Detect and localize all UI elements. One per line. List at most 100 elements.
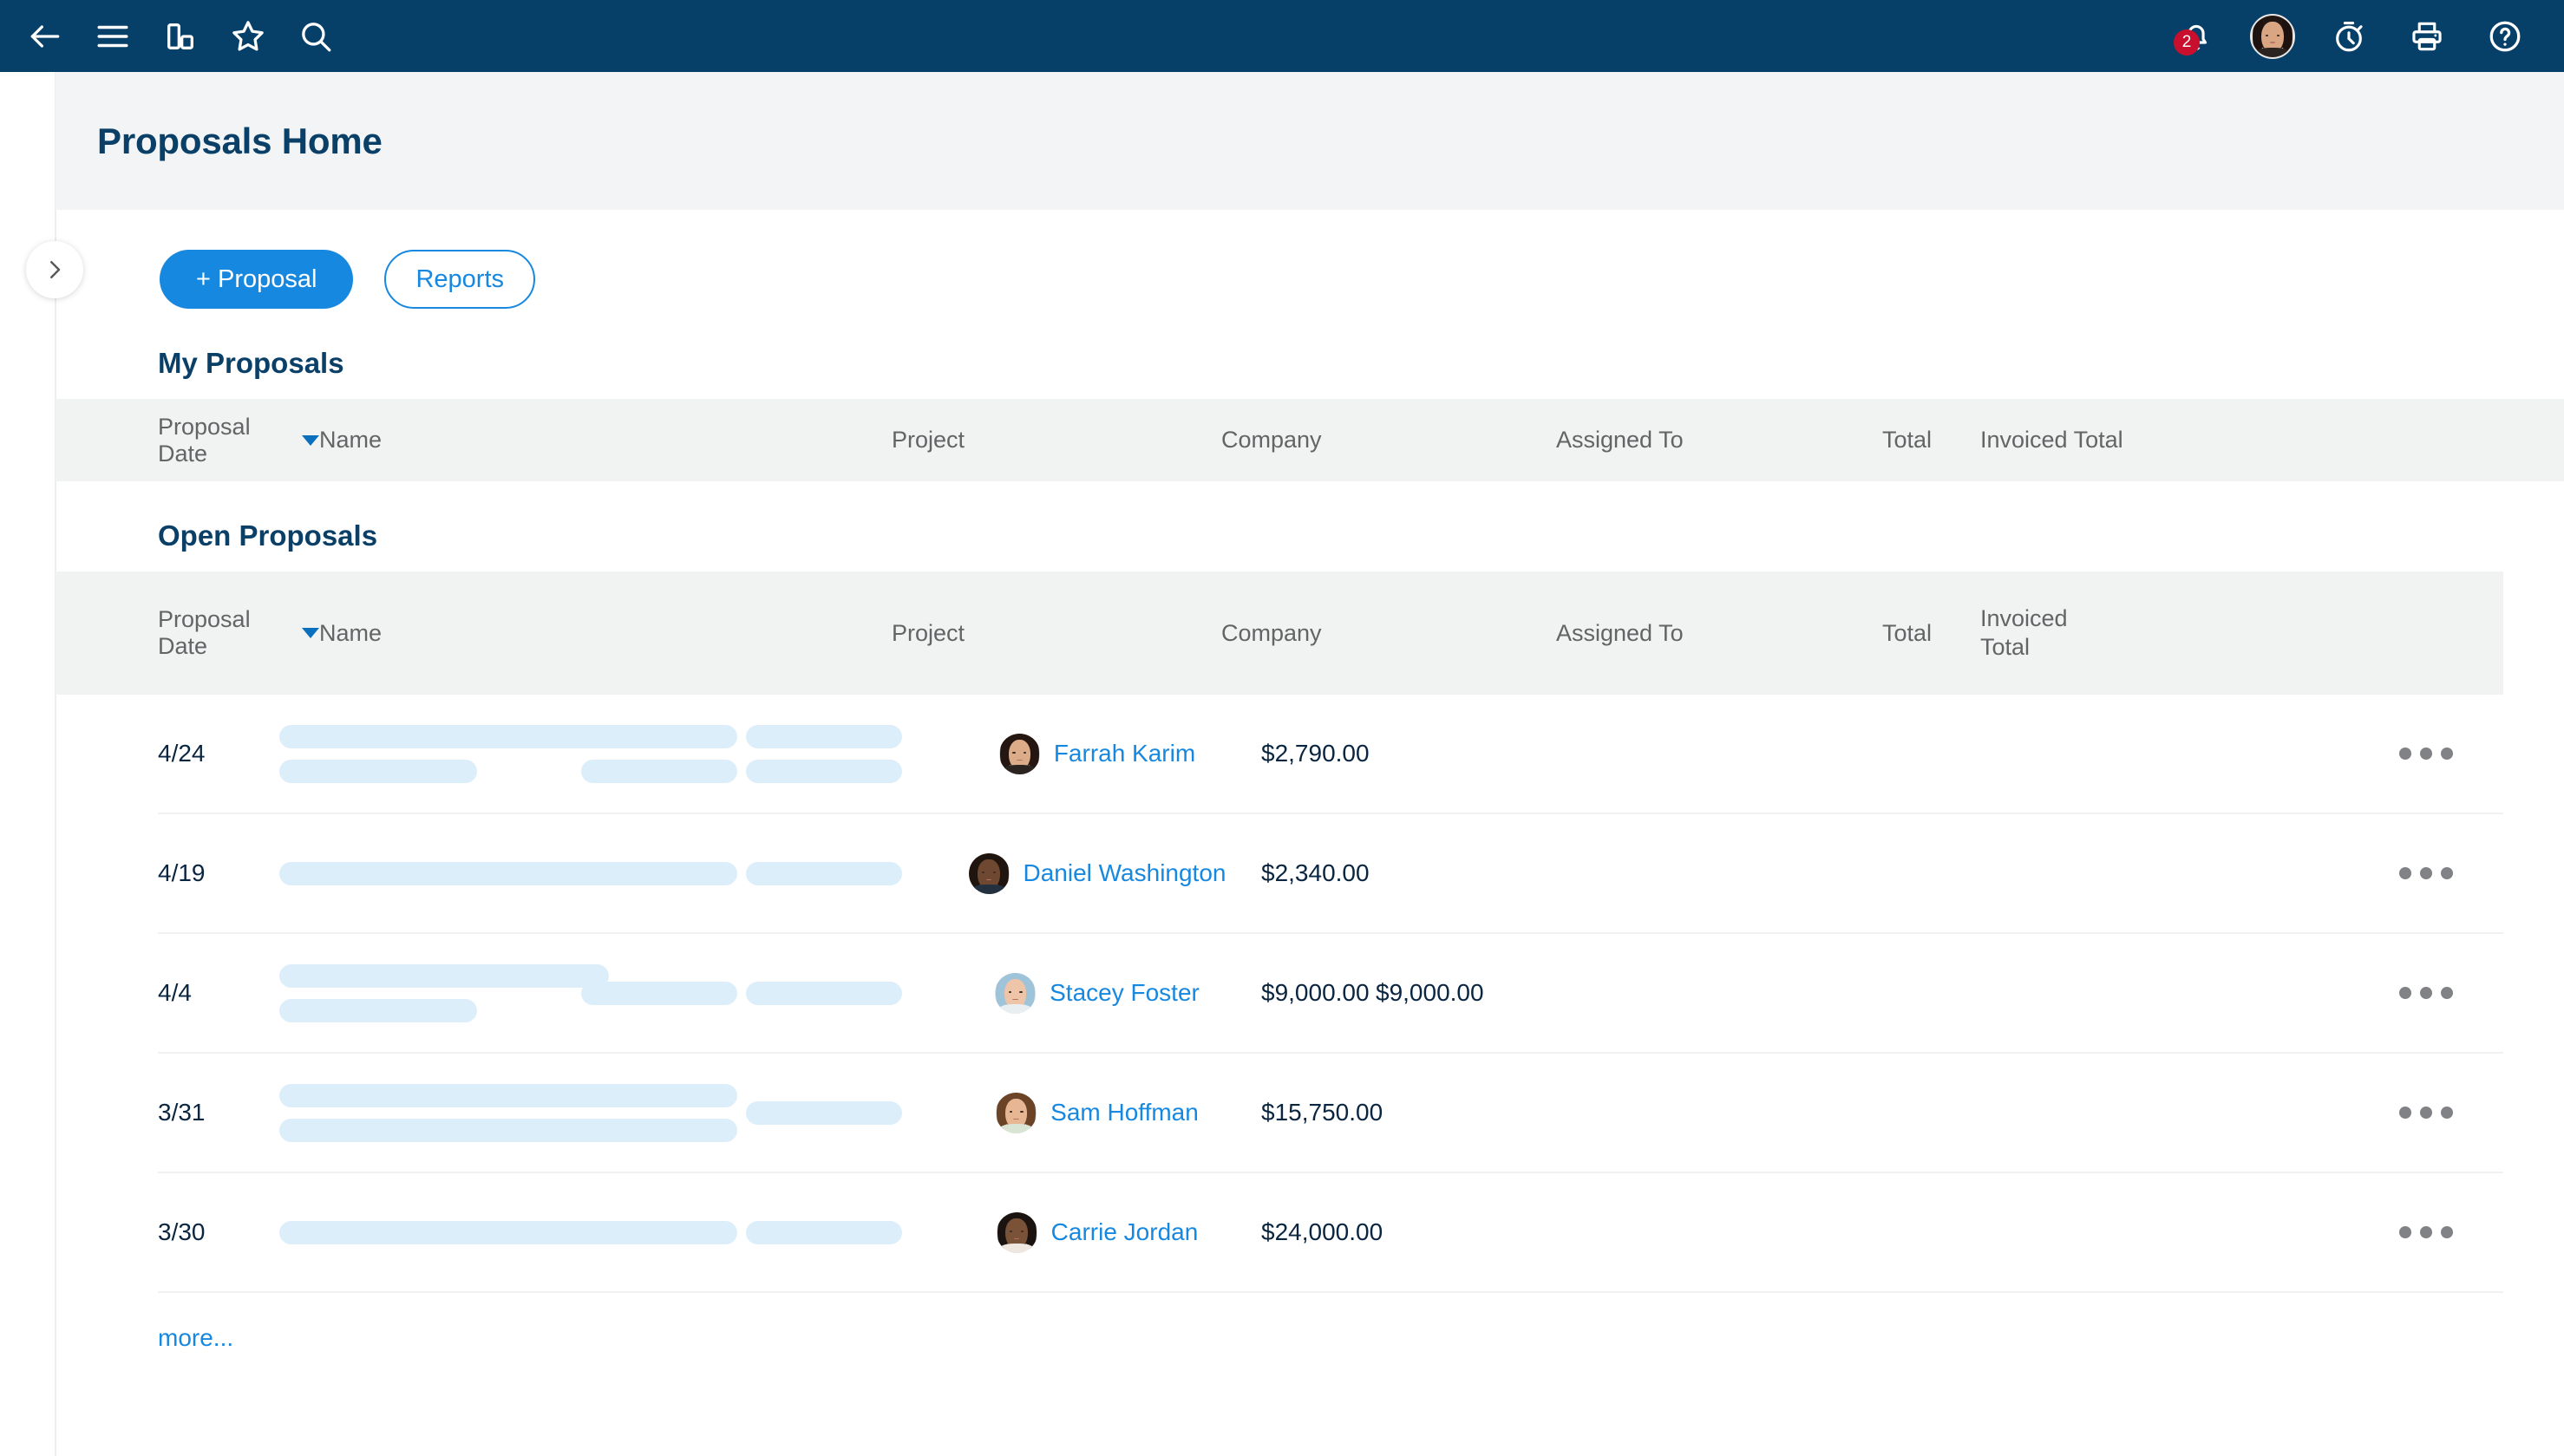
cell-project bbox=[581, 724, 746, 783]
timer-icon[interactable] bbox=[2325, 12, 2373, 61]
assigned-to-link[interactable]: Daniel Washington bbox=[1024, 859, 1226, 887]
assigned-to-link[interactable]: Sam Hoffman bbox=[1050, 1099, 1199, 1126]
print-icon[interactable] bbox=[2403, 12, 2451, 61]
cell-name bbox=[279, 724, 609, 783]
avatar bbox=[996, 1211, 1037, 1253]
redacted-content-bar bbox=[581, 724, 737, 748]
column-header-assigned-to[interactable]: Assigned To bbox=[1556, 427, 1882, 454]
my-proposals-title: My Proposals bbox=[158, 347, 344, 379]
redacted-content-bar bbox=[581, 861, 737, 885]
column-header-assigned-to[interactable]: Assigned To bbox=[1556, 620, 1882, 647]
open-proposals-title: Open Proposals bbox=[158, 519, 378, 552]
cell-project bbox=[581, 1083, 746, 1142]
reports-button[interactable]: Reports bbox=[384, 250, 535, 309]
notification-count-badge: 2 bbox=[2174, 29, 2200, 55]
cell-company bbox=[746, 861, 933, 885]
column-header-invoiced-total-line2: Total bbox=[1980, 634, 2031, 660]
cell-proposal-date: 4/4 bbox=[158, 979, 192, 1006]
column-header-invoiced-total[interactable]: Invoiced Total bbox=[1980, 604, 2068, 663]
my-proposals-table-header: Proposal Date Name Project Company Assig… bbox=[56, 399, 2564, 481]
column-header-name[interactable]: Name bbox=[319, 427, 892, 454]
avatar bbox=[995, 972, 1037, 1014]
row-actions-menu-icon[interactable] bbox=[2399, 987, 2453, 999]
cell-total: $15,750.00 bbox=[1261, 1099, 1383, 1126]
redacted-content-bar bbox=[581, 1083, 737, 1107]
assigned-to-link[interactable]: Carrie Jordan bbox=[1051, 1218, 1199, 1246]
column-header-project[interactable]: Project bbox=[892, 620, 1221, 647]
row-actions-menu-icon[interactable] bbox=[2399, 1107, 2453, 1119]
cell-project bbox=[581, 981, 746, 1005]
cell-total: $2,790.00 bbox=[1261, 740, 1370, 767]
cell-name bbox=[279, 1220, 609, 1244]
avatar bbox=[998, 733, 1040, 774]
my-proposals-section: My Proposals Proposal Date Name Project … bbox=[56, 347, 2564, 481]
column-header-proposal-date[interactable]: Proposal Date bbox=[158, 606, 319, 660]
cell-company bbox=[746, 724, 933, 783]
more-link[interactable]: more... bbox=[56, 1293, 233, 1352]
notifications-bell-icon[interactable]: 2 bbox=[2172, 12, 2221, 61]
table-row[interactable]: 4/24 Farrah Karim $2,790.00 bbox=[158, 695, 2503, 814]
star-icon[interactable] bbox=[224, 12, 272, 61]
help-icon[interactable] bbox=[2481, 12, 2529, 61]
redacted-content-bar bbox=[581, 759, 737, 783]
column-header-total[interactable]: Total bbox=[1882, 427, 1980, 454]
row-actions-menu-icon[interactable] bbox=[2399, 748, 2453, 760]
redacted-content-bar bbox=[279, 998, 477, 1022]
assigned-to-link[interactable]: Farrah Karim bbox=[1054, 740, 1195, 767]
table-row[interactable]: 3/31 Sam Hoffman $15,750.00 bbox=[158, 1054, 2503, 1173]
redacted-content-bar bbox=[746, 759, 902, 783]
search-icon[interactable] bbox=[291, 12, 340, 61]
chevron-right-icon[interactable] bbox=[26, 241, 83, 298]
redacted-content-bar bbox=[746, 1100, 902, 1125]
column-header-invoiced-total-line1: Invoiced bbox=[1980, 604, 2068, 631]
bar-chart-icon[interactable] bbox=[156, 12, 205, 61]
page-content: + Proposal Reports My Proposals Proposal… bbox=[56, 210, 2564, 1352]
column-header-proposal-date-label: Proposal Date bbox=[158, 413, 251, 467]
column-header-name[interactable]: Name bbox=[319, 620, 892, 647]
table-row[interactable]: 4/4 Stacey Foster $9,000.00 $9,000.00 bbox=[158, 934, 2503, 1054]
redacted-content-bar bbox=[279, 1083, 609, 1107]
cell-assigned-to: Sam Hoffman bbox=[933, 1092, 1261, 1133]
topnav-right-group: 2 bbox=[2172, 12, 2564, 61]
column-header-invoiced-total[interactable]: Invoiced Total bbox=[1980, 427, 2123, 454]
redacted-content-bar bbox=[279, 724, 609, 748]
user-avatar[interactable] bbox=[2250, 13, 2295, 59]
cell-company bbox=[746, 1220, 933, 1244]
add-proposal-button[interactable]: + Proposal bbox=[160, 250, 354, 309]
avatar bbox=[996, 1092, 1037, 1133]
action-button-group: + Proposal Reports bbox=[56, 210, 2564, 309]
redacted-content-bar bbox=[746, 724, 902, 748]
column-header-proposal-date-label: Proposal Date bbox=[158, 606, 251, 659]
open-proposals-table-header: Proposal Date Name Project Company Assig… bbox=[56, 571, 2503, 695]
column-header-proposal-date[interactable]: Proposal Date bbox=[158, 414, 319, 467]
sort-descending-caret-icon bbox=[302, 628, 319, 638]
cell-proposal-date: 3/30 bbox=[158, 1218, 206, 1245]
row-actions-menu-icon[interactable] bbox=[2399, 867, 2453, 879]
redacted-content-bar bbox=[581, 1118, 737, 1142]
column-header-total[interactable]: Total bbox=[1882, 620, 1980, 647]
cell-name bbox=[279, 963, 609, 1022]
cell-assigned-to: Carrie Jordan bbox=[933, 1211, 1261, 1253]
redacted-content-bar bbox=[746, 861, 902, 885]
cell-total: $9,000.00 bbox=[1261, 979, 1370, 1006]
column-header-company[interactable]: Company bbox=[1221, 427, 1556, 454]
cell-invoiced-total: $9,000.00 bbox=[1376, 979, 1484, 1006]
cell-name bbox=[279, 1083, 609, 1142]
column-header-project[interactable]: Project bbox=[892, 427, 1221, 454]
topnav-left-group bbox=[0, 12, 340, 61]
hamburger-menu-icon[interactable] bbox=[88, 12, 137, 61]
redacted-content-bar bbox=[279, 759, 477, 783]
redacted-content-bar bbox=[279, 1220, 609, 1244]
table-row[interactable]: 3/30 Carrie Jordan $24,000.00 bbox=[158, 1173, 2503, 1293]
redacted-content-bar bbox=[746, 981, 902, 1005]
column-header-company[interactable]: Company bbox=[1221, 620, 1556, 647]
row-actions-menu-icon[interactable] bbox=[2399, 1226, 2453, 1238]
top-navigation-bar: 2 bbox=[0, 0, 2564, 72]
back-arrow-icon[interactable] bbox=[21, 12, 69, 61]
cell-company bbox=[746, 1100, 933, 1125]
open-proposals-section: Open Proposals Proposal Date Name Projec… bbox=[56, 519, 2564, 1352]
assigned-to-link[interactable]: Stacey Foster bbox=[1050, 979, 1200, 1007]
avatar bbox=[968, 852, 1010, 894]
cell-proposal-date: 3/31 bbox=[158, 1099, 206, 1126]
table-row[interactable]: 4/19 Daniel Washington $2,340.00 bbox=[158, 814, 2503, 934]
